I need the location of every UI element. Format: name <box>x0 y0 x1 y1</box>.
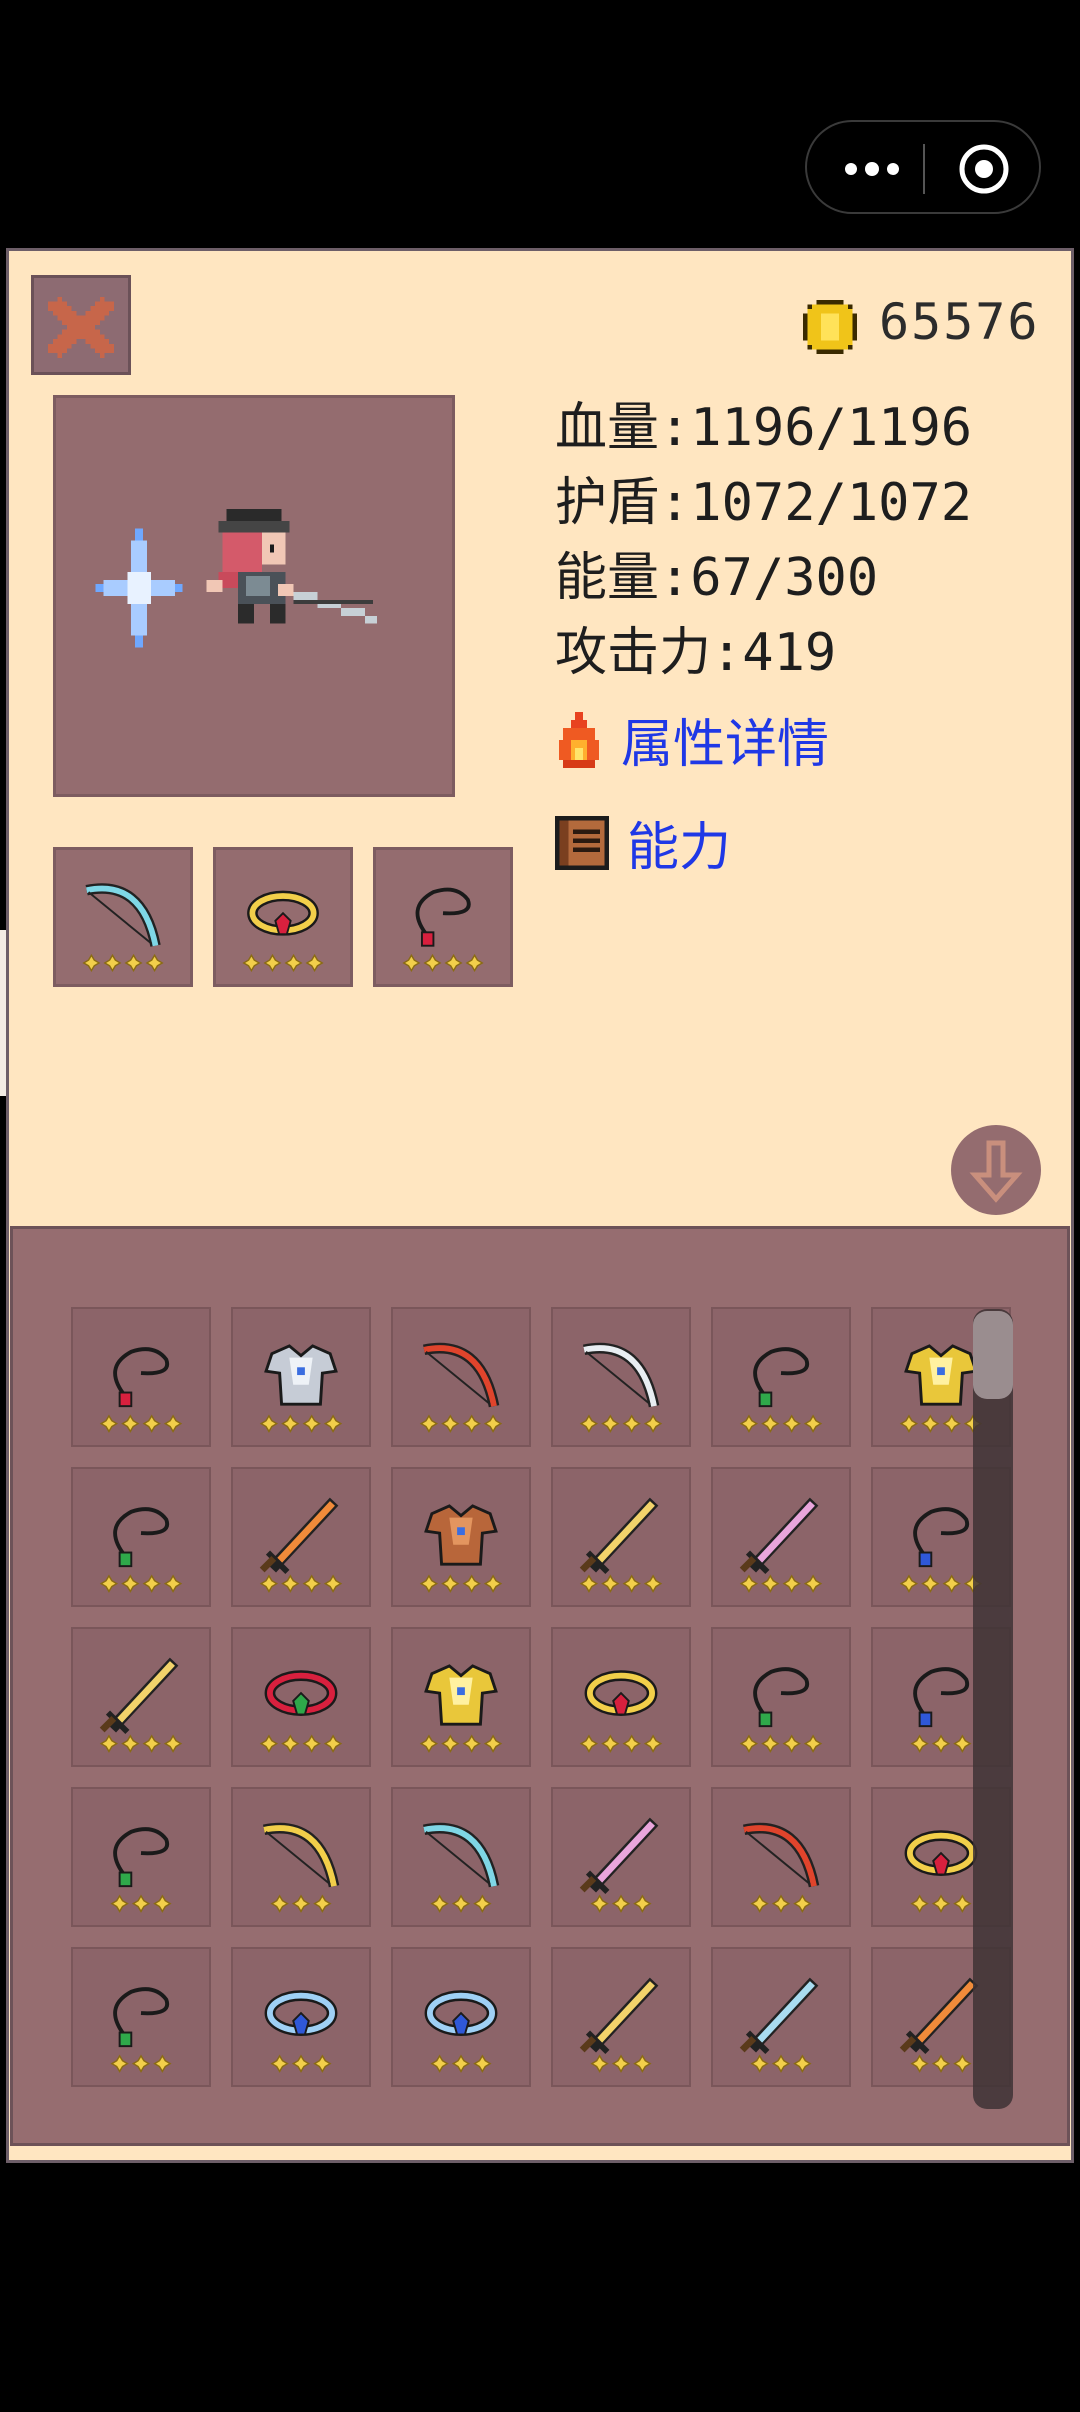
inventory-slot[interactable] <box>231 1467 371 1607</box>
bow-red-icon <box>419 1342 503 1433</box>
necklace-green-icon <box>110 1827 172 1913</box>
sword-orange-icon <box>259 1497 343 1593</box>
ring-blue-icon <box>264 1990 338 2073</box>
inventory-slot[interactable] <box>391 1307 531 1447</box>
inventory-slot[interactable] <box>551 1307 691 1447</box>
necklace-green-icon <box>739 1347 823 1433</box>
spark-icon <box>95 528 183 648</box>
necklace-green-icon <box>110 1987 172 2073</box>
sword-gold-icon <box>579 1977 659 2073</box>
inventory-slot[interactable] <box>391 1627 531 1767</box>
stat-shield: 护盾:1072/1072 <box>555 473 973 533</box>
bow-red-icon <box>743 1822 820 1913</box>
character-portrait <box>53 395 455 797</box>
stat-hp: 血量:1196/1196 <box>555 398 973 458</box>
inventory-slot[interactable] <box>391 1467 531 1607</box>
attribute-details-label: 属性详情 <box>621 715 830 775</box>
inventory-slot[interactable] <box>711 1627 851 1767</box>
dagger-gold-icon <box>99 1657 183 1753</box>
inventory-slot[interactable] <box>711 1467 851 1607</box>
inventory-slot[interactable] <box>231 1787 371 1927</box>
inventory-slot[interactable] <box>71 1627 211 1767</box>
more-icon[interactable] <box>837 144 907 194</box>
necklace-green-icon <box>739 1667 823 1753</box>
equip-slot-2[interactable] <box>213 847 353 987</box>
bow-teal-icon <box>423 1822 500 1913</box>
inventory-slot[interactable] <box>231 1307 371 1447</box>
inventory-slot[interactable] <box>391 1787 531 1927</box>
necklace-red-icon <box>99 1347 183 1433</box>
mini-program-capsule <box>805 120 1041 214</box>
hero-sprite <box>206 508 377 624</box>
equip-slot-1[interactable] <box>53 847 193 987</box>
ability-label: 能力 <box>627 818 732 878</box>
stats-list: 血量:1196/1196 护盾:1072/1072 能量:67/300 攻击力:… <box>555 391 972 691</box>
armor-gold-icon <box>419 1664 503 1753</box>
unequip-button[interactable] <box>949 1123 1043 1217</box>
gold-coin-icon <box>803 300 857 354</box>
capsule-divider <box>923 144 925 194</box>
inventory-slot[interactable] <box>71 1787 211 1927</box>
stat-attack: 攻击力:419 <box>555 623 837 683</box>
inventory-slot[interactable] <box>71 1307 211 1447</box>
close-miniprogram-icon[interactable] <box>957 142 1011 196</box>
inventory-slot[interactable] <box>551 1467 691 1607</box>
inventory-panel <box>10 1226 1070 2146</box>
inventory-scrollbar[interactable] <box>973 1309 1013 2109</box>
fire-icon <box>559 711 599 768</box>
bow-white-icon <box>579 1342 663 1433</box>
sword-pink-icon <box>739 1497 823 1593</box>
inventory-slot[interactable] <box>231 1627 371 1767</box>
stat-energy: 能量:67/300 <box>555 548 879 608</box>
inventory-slot[interactable] <box>551 1787 691 1927</box>
inventory-slot[interactable] <box>71 1947 211 2087</box>
close-button[interactable] <box>31 275 131 375</box>
inventory-slot[interactable] <box>551 1627 691 1767</box>
inventory-slot[interactable] <box>711 1787 851 1927</box>
inventory-slot[interactable] <box>711 1307 851 1447</box>
necklace-green-icon <box>99 1507 183 1593</box>
inventory-slot[interactable] <box>391 1947 531 2087</box>
armor-bronze-icon <box>419 1504 503 1593</box>
ring-red-green-icon <box>259 1670 343 1753</box>
sword-cyan-icon <box>739 1977 819 2073</box>
ring-blue-icon <box>424 1990 498 2073</box>
inventory-slot[interactable] <box>231 1947 371 2087</box>
attribute-details-link[interactable]: 属性详情 <box>555 702 829 777</box>
inventory-scroll-thumb[interactable] <box>973 1311 1013 1399</box>
gold-amount: 65576 <box>879 293 1040 351</box>
ability-link[interactable]: 能力 <box>555 805 731 880</box>
armor-silver-icon <box>259 1344 343 1433</box>
equip-slot-3[interactable] <box>373 847 513 987</box>
inventory-slot[interactable] <box>551 1947 691 2087</box>
inventory-slot[interactable] <box>711 1947 851 2087</box>
book-icon <box>555 815 609 870</box>
inventory-grid <box>71 1307 1021 2107</box>
ring-gold-red-icon <box>579 1670 663 1753</box>
inventory-slot[interactable] <box>71 1467 211 1607</box>
close-icon <box>48 296 114 358</box>
arrow-down-icon <box>951 1125 1041 1215</box>
sword-gold-icon <box>579 1497 663 1593</box>
bow-gold-icon <box>263 1822 340 1913</box>
sword-pink-icon <box>579 1817 659 1913</box>
